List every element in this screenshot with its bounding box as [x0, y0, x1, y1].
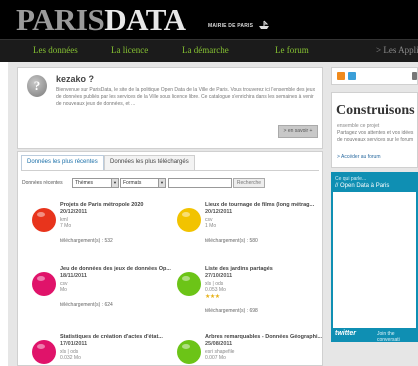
- dataset-item[interactable]: Projets de Paris métropole 2020 20/12/20…: [32, 202, 176, 252]
- forum-link[interactable]: > Accéder au forum: [337, 154, 381, 160]
- dataset-date: 18/11/2011: [60, 273, 87, 279]
- nav-item-forum[interactable]: Le forum: [275, 45, 309, 55]
- dataset-item[interactable]: Jeu de données des jeux de données Op...…: [32, 266, 176, 316]
- filter-label: Données récentes: [22, 180, 63, 186]
- dataset-date: 17/01/2011: [60, 341, 88, 347]
- dataset-size: 1 Mo: [205, 223, 217, 229]
- dataset-date: 25/08/2011: [205, 341, 233, 347]
- dataset-item[interactable]: Lieux de tournage de films (long métrag.…: [177, 202, 321, 252]
- nav-item-demarche[interactable]: La démarche: [182, 45, 229, 55]
- site-header: PARIS DATA MAIRIE DE PARIS: [0, 0, 418, 39]
- dataset-downloads: téléchargement(s) : 532: [60, 238, 113, 244]
- dataset-downloads: téléchargement(s) : 624: [60, 302, 113, 308]
- main-nav: Les données La licence La démarche Le fo…: [0, 39, 418, 62]
- dataset-title[interactable]: Liste des jardins partagés: [205, 266, 325, 272]
- dataset-title[interactable]: Jeu de données des jeux de données Op...: [60, 266, 180, 272]
- twitter-logo[interactable]: twitter: [335, 330, 356, 337]
- dataset-downloads: téléchargement(s) : 580: [205, 238, 258, 244]
- promo-text: Partagez vos attentes et vos idées de no…: [337, 130, 414, 143]
- dataset-badge-icon: [32, 272, 56, 296]
- search-button[interactable]: Recherche: [233, 178, 265, 188]
- dataset-item[interactable]: Liste des jardins partagés 27/10/2011 xl…: [177, 266, 321, 316]
- twitter-feed[interactable]: [333, 192, 416, 328]
- dataset-title[interactable]: Lieux de tournage de films (long métrag.…: [205, 202, 325, 208]
- dataset-date: 20/12/2011: [60, 209, 88, 215]
- social-bar: [331, 67, 418, 85]
- promo-subtitle: ensemble ce projet: [337, 123, 380, 129]
- dataset-badge-icon: [177, 272, 201, 296]
- formats-select-value: Formats: [123, 180, 142, 186]
- dataset-badge-icon: [177, 340, 201, 364]
- logo-data: DATA: [104, 2, 186, 37]
- dataset-badge-icon: [177, 208, 201, 232]
- logo-paris: PARIS: [16, 2, 105, 37]
- formats-select[interactable]: Formats ▼: [120, 178, 166, 188]
- nav-item-licence[interactable]: La licence: [111, 45, 148, 55]
- dataset-item[interactable]: Statistiques de création d'actes d'état.…: [32, 334, 176, 366]
- tab-most-downloaded[interactable]: Données les plus téléchargés: [104, 155, 195, 170]
- nav-item-applis[interactable]: > Les Appli: [376, 45, 418, 55]
- dataset-title[interactable]: Projets de Paris métropole 2020: [60, 202, 180, 208]
- forum-promo: Construisons ensemble ce projet Partagez…: [331, 92, 418, 168]
- twitter-widget: Ce qui parle... // Open Data à Paris twi…: [331, 172, 418, 343]
- themes-select-value: Thèmes: [75, 180, 94, 186]
- tab-divider: [21, 170, 319, 171]
- chevron-down-icon: ▼: [158, 179, 165, 187]
- filter-bar: Données récentes Thèmes ▼ Formats ▼ Rech…: [22, 178, 320, 190]
- twitter-widget-title: // Open Data à Paris: [335, 183, 390, 189]
- promo-title: Construisons: [336, 103, 415, 118]
- tab-recent[interactable]: Données les plus récentes: [21, 155, 104, 171]
- chevron-down-icon: ▼: [111, 179, 118, 187]
- dataset-badge-icon: [32, 340, 56, 364]
- dataset-size: 0.007 Mo: [205, 355, 226, 361]
- intro-text: Bienvenue sur ParisData, le site de la p…: [56, 87, 316, 107]
- dataset-date: 27/10/2011: [205, 273, 233, 279]
- rating-stars-icon[interactable]: ★★★: [205, 293, 220, 300]
- mairie-tagline: MAIRIE DE PARIS: [208, 23, 254, 29]
- question-icon: ?: [27, 75, 47, 97]
- twitter-icon[interactable]: [348, 72, 356, 80]
- twitter-widget-caption: Ce qui parle...: [335, 176, 367, 182]
- dataset-downloads: téléchargement(s) : 698: [205, 308, 258, 314]
- join-conversation-link[interactable]: Join the conversati: [377, 331, 418, 343]
- dataset-date: 20/12/2011: [205, 209, 233, 215]
- datasets-panel: Données les plus récentes Données les pl…: [17, 151, 323, 366]
- dataset-size: Mo: [60, 287, 67, 293]
- dataset-title[interactable]: Statistiques de création d'actes d'état.…: [60, 334, 180, 340]
- dataset-badge-icon: [32, 208, 56, 232]
- rss-icon[interactable]: [337, 72, 345, 80]
- nav-item-donnees[interactable]: Les données: [33, 45, 78, 55]
- parisdata-logo[interactable]: PARIS DATA: [16, 2, 186, 37]
- dataset-item[interactable]: Arbres remarquables - Données Géographi.…: [177, 334, 322, 366]
- dataset-size: 0.032 Mo: [60, 355, 81, 361]
- intro-title: kezako ?: [56, 74, 95, 84]
- dataset-title[interactable]: Arbres remarquables - Données Géographi.…: [205, 334, 325, 340]
- dataset-size: 7 Mo: [60, 223, 72, 229]
- read-more-button[interactable]: > en savoir +: [278, 125, 318, 138]
- search-input[interactable]: [168, 178, 232, 188]
- intro-box: ? kezako ? Bienvenue sur ParisData, le s…: [17, 67, 323, 149]
- share-icon[interactable]: [412, 72, 417, 80]
- themes-select[interactable]: Thèmes ▼: [72, 178, 119, 188]
- paris-ship-icon: [259, 20, 269, 29]
